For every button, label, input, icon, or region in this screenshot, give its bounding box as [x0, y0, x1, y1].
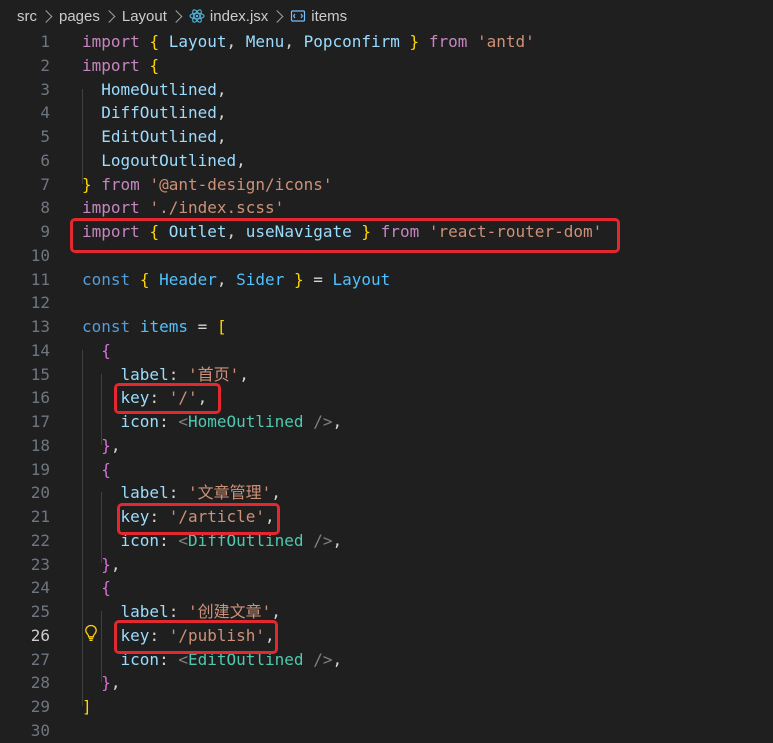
code-line[interactable]: 28 },: [0, 671, 773, 695]
code-line[interactable]: 21 key: '/article',: [0, 505, 773, 529]
code-line[interactable]: 23 },: [0, 553, 773, 577]
code-line[interactable]: 1 import { Layout, Menu, Popconfirm } fro…: [0, 30, 773, 54]
code-text: const { Header, Sider } = Layout: [82, 269, 391, 289]
code-line[interactable]: 29]: [0, 695, 773, 719]
code-text: label: '文章管理',: [120, 483, 281, 503]
code-line[interactable]: 20 label: '文章管理',: [0, 481, 773, 505]
code-text: HomeOutlined,: [101, 79, 227, 99]
code-line[interactable]: 14 {: [0, 339, 773, 363]
code-text: DiffOutlined,: [101, 103, 227, 123]
code-text: import {: [82, 55, 160, 75]
code-line[interactable]: 11 const { Header, Sider } = Layout: [0, 268, 773, 292]
breadcrumb-item-pages[interactable]: pages: [59, 8, 100, 25]
breadcrumb-item-layout[interactable]: Layout: [122, 8, 167, 25]
breadcrumb-item-file[interactable]: index.jsx: [210, 8, 268, 25]
chevron-right-icon: [39, 9, 53, 23]
breadcrumb: src pages Layout index.jsx items: [0, 0, 773, 32]
code-text: ]: [82, 697, 92, 716]
code-text: },: [101, 554, 121, 574]
breadcrumb-item-symbol[interactable]: items: [311, 8, 347, 25]
highlight-box-key-publish: [114, 620, 278, 654]
code-line[interactable]: 5 EditOutlined,: [0, 125, 773, 149]
code-text: EditOutlined,: [101, 127, 227, 146]
code-line[interactable]: 19 {: [0, 458, 773, 482]
code-text: LogoutOutlined,: [101, 150, 246, 170]
highlight-box-import: [70, 218, 620, 253]
code-line[interactable]: 8 import './index.scss': [0, 196, 773, 220]
symbol-variable-icon: [290, 8, 306, 24]
code-line[interactable]: 2 import {: [0, 54, 773, 78]
code-text: const items = [: [82, 317, 227, 336]
code-line[interactable]: 24 {: [0, 576, 773, 600]
chevron-right-icon: [169, 9, 183, 23]
code-text: import { Layout, Menu, Popconfirm } from…: [82, 32, 535, 51]
code-line[interactable]: 30: [0, 719, 773, 743]
code-line[interactable]: 22 icon: <DiffOutlined />,: [0, 529, 773, 553]
code-line[interactable]: 6 LogoutOutlined,: [0, 149, 773, 173]
code-line[interactable]: 18 },: [0, 434, 773, 458]
code-text: {: [101, 340, 111, 360]
code-line[interactable]: 12: [0, 291, 773, 315]
highlight-box-key-home: [114, 383, 221, 414]
code-text: import './index.scss': [82, 198, 285, 218]
code-text: },: [101, 435, 121, 455]
chevron-right-icon: [102, 9, 116, 23]
code-line[interactable]: 3 HomeOutlined,: [0, 78, 773, 102]
code-text: } from '@ant-design/icons': [82, 174, 333, 194]
code-line[interactable]: 17 icon: <HomeOutlined />,: [0, 410, 773, 434]
code-text: {: [101, 578, 111, 598]
highlight-box-key-article: [117, 503, 280, 535]
react-file-icon: [189, 8, 205, 24]
lightbulb-icon[interactable]: [84, 624, 98, 646]
chevron-right-icon: [271, 9, 284, 23]
code-text: },: [101, 673, 121, 693]
breadcrumb-item-src[interactable]: src: [17, 8, 37, 25]
code-line[interactable]: 13 const items = [: [0, 315, 773, 339]
code-line[interactable]: 7} from '@ant-design/icons': [0, 173, 773, 197]
code-text: {: [101, 459, 111, 479]
code-line[interactable]: 4 DiffOutlined,: [0, 101, 773, 125]
